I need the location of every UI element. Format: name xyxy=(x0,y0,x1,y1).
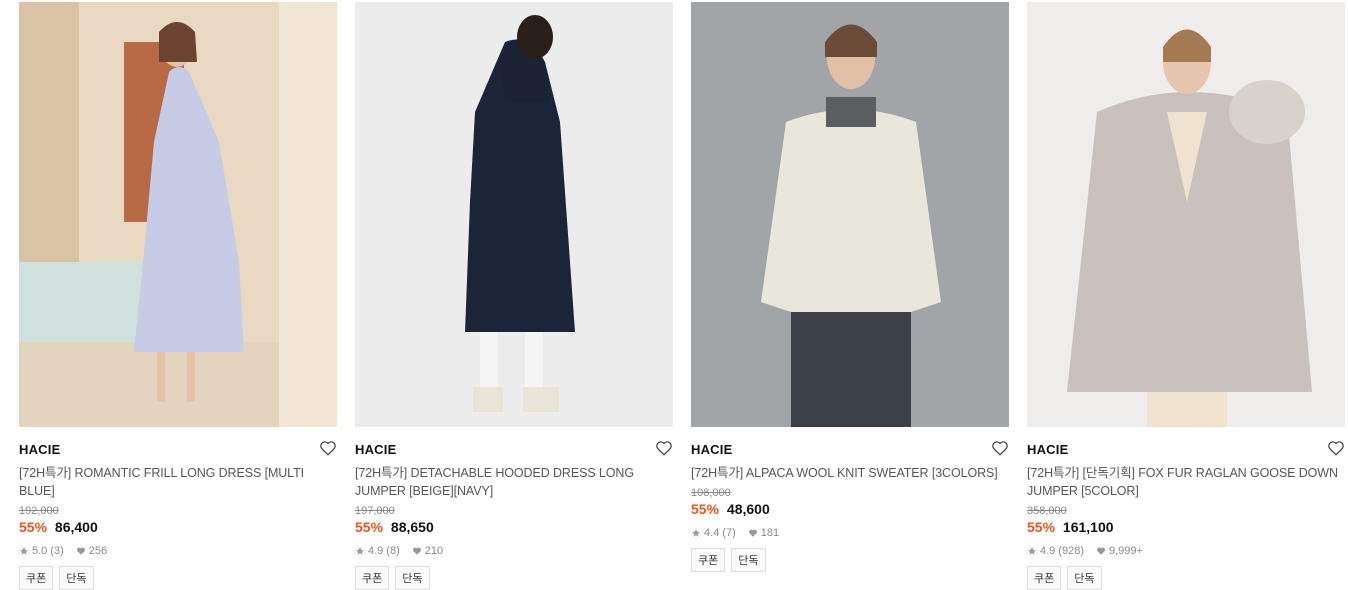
tag-list: 쿠폰 단독 xyxy=(691,548,1009,572)
tag-exclusive: 단독 xyxy=(731,548,766,572)
price-row: 55% 88,650 xyxy=(355,519,673,535)
product-card[interactable]: HACIE [72H특가] ROMANTIC FRILL LONG DRESS … xyxy=(19,2,337,590)
tag-exclusive: 단독 xyxy=(59,566,94,590)
product-image[interactable] xyxy=(355,2,673,427)
tag-coupon: 쿠폰 xyxy=(1027,566,1062,590)
discount-rate: 55% xyxy=(355,519,384,535)
tag-coupon: 쿠폰 xyxy=(691,548,726,572)
star-icon xyxy=(1027,546,1037,556)
product-image[interactable] xyxy=(19,2,337,427)
discount-rate: 55% xyxy=(19,519,48,535)
original-price: 358,000 xyxy=(1027,505,1067,517)
rating-value: 4.9 xyxy=(1040,545,1056,557)
review-count: (8) xyxy=(386,545,400,557)
product-meta: 4.9 (928) 9,999+ xyxy=(1027,545,1345,557)
review-count: (3) xyxy=(50,545,64,557)
tag-exclusive: 단독 xyxy=(395,566,430,590)
product-meta: 4.9 (8) 210 xyxy=(355,545,673,557)
review-count: (7) xyxy=(722,527,736,539)
tag-list: 쿠폰 단독 xyxy=(355,566,673,590)
heart-icon[interactable] xyxy=(319,439,337,457)
rating-value: 4.4 xyxy=(704,527,720,539)
tag-exclusive: 단독 xyxy=(1067,566,1102,590)
like-count: 256 xyxy=(88,545,108,557)
product-card[interactable]: HACIE [72H특가] [단독기획] FOX FUR RAGLAN GOOS… xyxy=(1027,2,1345,590)
price-row: 55% 161,100 xyxy=(1027,519,1345,535)
heart-small-icon xyxy=(412,546,422,556)
like-count: 210 xyxy=(424,545,444,557)
sale-price: 48,600 xyxy=(726,501,770,517)
price-row: 55% 48,600 xyxy=(691,501,1009,517)
product-title[interactable]: [72H특가] ALPACA WOOL KNIT SWEATER [3COLOR… xyxy=(691,464,1009,482)
rating-value: 5.0 xyxy=(32,545,48,557)
product-card[interactable]: HACIE [72H특가] DETACHABLE HOODED DRESS LO… xyxy=(355,2,673,590)
brand-name[interactable]: HACIE xyxy=(355,442,396,457)
original-price: 192,000 xyxy=(19,505,59,517)
tag-coupon: 쿠폰 xyxy=(355,566,390,590)
star-icon xyxy=(691,528,701,538)
product-meta: 5.0 (3) 256 xyxy=(19,545,337,557)
star-icon xyxy=(355,546,365,556)
sale-price: 161,100 xyxy=(1062,519,1114,535)
heart-small-icon xyxy=(748,528,758,538)
original-price: 108,000 xyxy=(691,487,731,499)
brand-name[interactable]: HACIE xyxy=(1027,442,1068,457)
product-card[interactable]: HACIE [72H특가] ALPACA WOOL KNIT SWEATER [… xyxy=(691,2,1009,572)
product-title[interactable]: [72H특가] ROMANTIC FRILL LONG DRESS [MULTI… xyxy=(19,464,337,500)
star-icon xyxy=(19,546,29,556)
heart-small-icon xyxy=(76,546,86,556)
heart-small-icon xyxy=(1096,546,1106,556)
like-count: 181 xyxy=(760,527,780,539)
discount-rate: 55% xyxy=(1027,519,1056,535)
discount-rate: 55% xyxy=(691,501,720,517)
sale-price: 86,400 xyxy=(54,519,98,535)
rating-value: 4.9 xyxy=(368,545,384,557)
product-image[interactable] xyxy=(691,2,1009,427)
tag-coupon: 쿠폰 xyxy=(19,566,54,590)
price-row: 55% 86,400 xyxy=(19,519,337,535)
heart-icon[interactable] xyxy=(655,439,673,457)
product-title[interactable]: [72H특가] DETACHABLE HOODED DRESS LONG JUM… xyxy=(355,464,673,500)
original-price: 197,000 xyxy=(355,505,395,517)
tag-list: 쿠폰 단독 xyxy=(19,566,337,590)
heart-icon[interactable] xyxy=(991,439,1009,457)
product-title[interactable]: [72H특가] [단독기획] FOX FUR RAGLAN GOOSE DOWN… xyxy=(1027,464,1345,500)
brand-name[interactable]: HACIE xyxy=(691,442,732,457)
product-grid: HACIE [72H특가] ROMANTIC FRILL LONG DRESS … xyxy=(0,0,1348,590)
heart-icon[interactable] xyxy=(1327,439,1345,457)
brand-name[interactable]: HACIE xyxy=(19,442,60,457)
like-count: 9,999+ xyxy=(1108,545,1143,557)
product-meta: 4.4 (7) 181 xyxy=(691,527,1009,539)
sale-price: 88,650 xyxy=(390,519,434,535)
review-count: (928) xyxy=(1058,545,1084,557)
tag-list: 쿠폰 단독 xyxy=(1027,566,1345,590)
product-image[interactable] xyxy=(1027,2,1345,427)
